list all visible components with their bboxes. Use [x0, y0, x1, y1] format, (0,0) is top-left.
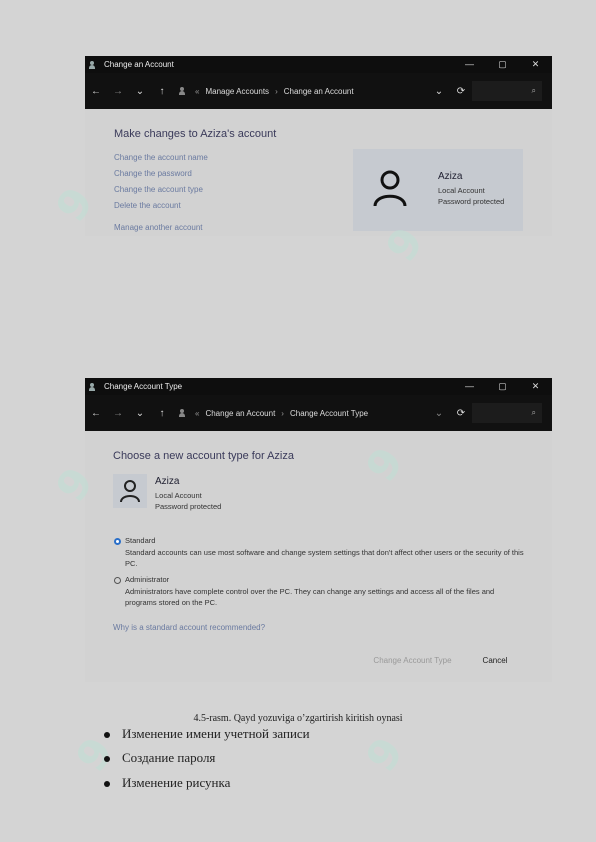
- user-avatar-icon: [373, 170, 407, 207]
- back-arrow-icon[interactable]: ←: [85, 408, 107, 419]
- standard-label[interactable]: Standard: [125, 536, 155, 545]
- chevron-down-icon[interactable]: ⌄: [428, 408, 450, 419]
- list-item: Создание пароля: [104, 750, 215, 766]
- window-title: Change Account Type: [104, 382, 183, 391]
- forward-arrow-icon[interactable]: →: [107, 408, 129, 419]
- chevron-down-icon[interactable]: ⌄: [428, 86, 450, 97]
- cancel-button[interactable]: Cancel: [470, 652, 520, 670]
- breadcrumb-item[interactable]: Change Account Type: [290, 409, 368, 418]
- standard-description: Standard accounts can use most software …: [125, 548, 524, 568]
- list-item: Изменение рисунка: [104, 775, 230, 791]
- administrator-description: Administrators have complete control ove…: [125, 587, 495, 607]
- password-status: Password protected: [155, 502, 222, 511]
- delete-account-link[interactable]: Delete the account: [114, 201, 181, 210]
- minimize-button[interactable]: —: [453, 378, 486, 395]
- administrator-label[interactable]: Administrator: [125, 575, 169, 584]
- change-account-type-button[interactable]: Change Account Type: [365, 652, 460, 670]
- password-status: Password protected: [438, 197, 505, 206]
- breadcrumb: « Manage Accounts › Change an Account: [179, 86, 428, 96]
- page-title: Choose a new account type for Aziza: [113, 450, 294, 462]
- change-account-window: Change an Account — ▢ ✕ ← → ⌄ ↑ « Manage…: [85, 56, 552, 236]
- user-card: Aziza Local Account Password protected: [353, 149, 523, 231]
- title-bar: Change an Account — ▢ ✕: [85, 56, 552, 73]
- standard-radio[interactable]: [114, 538, 121, 545]
- close-button[interactable]: ✕: [519, 378, 552, 395]
- chevron-down-icon[interactable]: ⌄: [129, 408, 151, 419]
- users-icon: [89, 382, 99, 391]
- figure-caption: 4.5-rasm. Qayd yozuviga o’zgartirish kir…: [193, 713, 403, 724]
- administrator-radio[interactable]: [114, 577, 121, 584]
- search-input[interactable]: ⌕: [472, 403, 542, 423]
- window-title: Change an Account: [104, 60, 174, 69]
- up-arrow-icon[interactable]: ↑: [151, 408, 173, 419]
- search-icon: ⌕: [531, 408, 536, 417]
- navigation-bar: ← → ⌄ ↑ « Manage Accounts › Change an Ac…: [85, 73, 552, 109]
- breadcrumb-item[interactable]: Change an Account: [205, 409, 275, 418]
- breadcrumb-item[interactable]: Change an Account: [284, 87, 354, 96]
- maximize-button[interactable]: ▢: [486, 56, 519, 73]
- bullet-icon: [104, 732, 110, 739]
- navigation-bar: ← → ⌄ ↑ « Change an Account › Change Acc…: [85, 395, 552, 431]
- why-standard-link[interactable]: Why is a standard account recommended?: [113, 623, 265, 632]
- change-name-link[interactable]: Change the account name: [114, 153, 208, 162]
- refresh-icon[interactable]: ⟳: [450, 86, 472, 97]
- search-input[interactable]: ⌕: [472, 81, 542, 101]
- account-type: Local Account: [438, 186, 485, 195]
- breadcrumb-item[interactable]: Manage Accounts: [205, 87, 269, 96]
- search-icon: ⌕: [531, 86, 536, 95]
- page-title: Make changes to Aziza's account: [114, 128, 277, 140]
- user-name: Aziza: [155, 476, 180, 487]
- change-account-type-window: Change Account Type — ▢ ✕ ← → ⌄ ↑ « Chan…: [85, 378, 552, 682]
- bullet-icon: [104, 756, 110, 763]
- users-icon: [179, 408, 189, 418]
- up-arrow-icon[interactable]: ↑: [151, 86, 173, 97]
- maximize-button[interactable]: ▢: [486, 378, 519, 395]
- title-bar: Change Account Type — ▢ ✕: [85, 378, 552, 395]
- account-type: Local Account: [155, 491, 202, 500]
- change-type-link[interactable]: Change the account type: [114, 185, 203, 194]
- change-password-link[interactable]: Change the password: [114, 169, 192, 178]
- minimize-button[interactable]: —: [453, 56, 486, 73]
- watermark: 9: [356, 728, 414, 781]
- bullet-icon: [104, 781, 110, 788]
- refresh-icon[interactable]: ⟳: [450, 408, 472, 419]
- users-icon: [179, 86, 189, 96]
- forward-arrow-icon[interactable]: →: [107, 86, 129, 97]
- users-icon: [89, 60, 99, 69]
- back-arrow-icon[interactable]: ←: [85, 86, 107, 97]
- chevron-down-icon[interactable]: ⌄: [129, 86, 151, 97]
- user-name: Aziza: [438, 171, 463, 182]
- close-button[interactable]: ✕: [519, 56, 552, 73]
- user-avatar-icon: [113, 474, 147, 508]
- manage-another-link[interactable]: Manage another account: [114, 223, 203, 232]
- breadcrumb: « Change an Account › Change Account Typ…: [179, 408, 428, 418]
- list-item: Изменение имени учетной записи: [104, 726, 310, 742]
